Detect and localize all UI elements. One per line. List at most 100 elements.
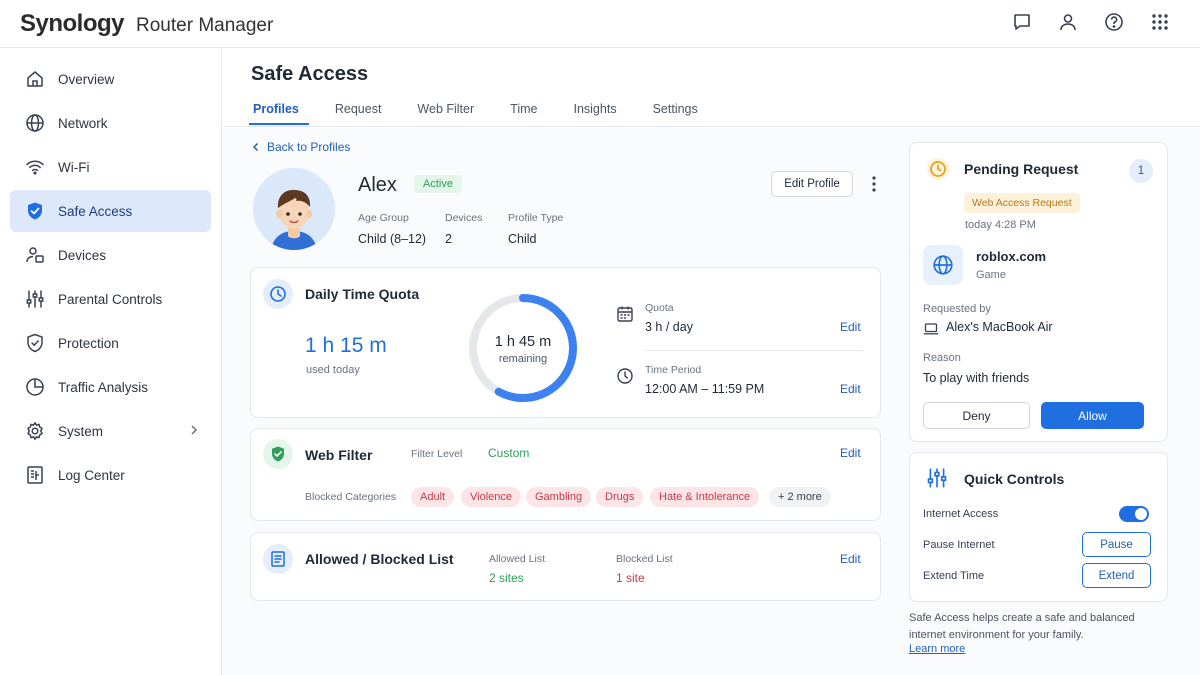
sidebar-item-label: System [58,423,104,439]
shield-icon [24,332,46,354]
internet-access-label: Internet Access [923,508,999,520]
tab-time[interactable]: Time [508,102,539,124]
home-icon [24,68,46,90]
divider [645,350,863,351]
tab-settings[interactable]: Settings [651,102,700,124]
category-chip: Hate & Intolerance [650,487,760,507]
list-icon [263,544,293,574]
web-filter-shield-icon [263,439,293,469]
category-chip: Adult [411,487,455,507]
brand-logo: Synology [20,10,125,37]
allowed-list-value[interactable]: 2 sites [489,571,524,585]
clock-icon [927,158,949,180]
edit-web-filter-link[interactable]: Edit [840,446,861,460]
quota-label: Quota [645,302,674,314]
tab-bar: Profiles Request Web Filter Time Insight… [249,102,732,125]
top-icons [1012,12,1170,32]
internet-access-toggle[interactable] [1119,506,1149,522]
filter-level-value: Custom [488,446,530,460]
request-time: today 4:28 PM [965,219,1036,231]
allow-button[interactable]: Allow [1041,402,1144,429]
edit-profile-button[interactable]: Edit Profile [771,171,853,197]
profile-type-value: Child [508,232,537,246]
requested-by-device: Alex's MacBook Air [946,320,1053,334]
reason-value: To play with friends [923,371,1030,385]
devices-icon [24,244,46,266]
age-group-label: Age Group [358,212,409,224]
quick-controls-card: Quick Controls Internet Access Pause Int… [909,452,1168,602]
sidebar-item-label: Log Center [58,467,125,483]
more-categories-chip[interactable]: + 2 more [769,487,831,507]
web-filter-title: Web Filter [305,447,373,463]
sidebar-item-log-center[interactable]: Log Center [10,454,211,496]
page-title: Safe Access [251,63,369,85]
used-time-value: 1 h 15 m [305,334,387,357]
apps-grid-icon[interactable] [1150,12,1170,32]
time-quota-title: Daily Time Quota [305,286,420,302]
sidebar-item-overview[interactable]: Overview [10,58,211,100]
edit-lists-link[interactable]: Edit [840,552,861,566]
category-chip: Gambling [526,487,592,507]
deny-button[interactable]: Deny [923,402,1030,429]
shield-check-icon [24,200,46,222]
learn-more-link[interactable]: Learn more [909,643,965,655]
sidebar-item-protection[interactable]: Protection [10,322,211,364]
laptop-icon [923,323,939,335]
tab-web-filter[interactable]: Web Filter [415,102,476,124]
web-filter-card: Web Filter Filter Level Custom Edit Bloc… [250,428,881,521]
chevron-left-icon [252,142,259,152]
sidebar-item-system[interactable]: System [10,410,211,452]
devices-count: Devices 2 [445,212,482,246]
sidebar-item-wifi[interactable]: Wi-Fi [10,146,211,188]
age-group: Age Group Child (8–12) [358,212,426,246]
back-to-profiles-link[interactable]: Back to Profiles [251,140,350,154]
age-group-value: Child (8–12) [358,232,427,246]
help-icon[interactable] [1104,12,1124,32]
sidebar-item-devices[interactable]: Devices [10,234,211,276]
top-bar: Synology Router Manager [0,0,1200,48]
profile-type: Profile Type Child [508,212,563,246]
category-chip: Drugs [596,487,644,507]
request-type-badge: Web Access Request [964,193,1080,213]
sidebar-item-label: Devices [58,247,107,263]
remaining-label: remaining [498,353,548,365]
used-time-label: used today [306,364,360,376]
allowed-blocked-title: Allowed / Blocked List [305,551,454,567]
content-area: Back to Profiles Alex Active Age Group C… [223,128,1200,675]
more-options-icon[interactable] [868,174,880,194]
blocked-list-value[interactable]: 1 site [616,571,645,585]
extend-button[interactable]: Extend [1082,563,1151,588]
requested-by-label: Requested by [923,303,991,315]
sidebar-item-label: Network [58,115,108,131]
gear-icon [24,420,46,442]
quota-value: 3 h / day [645,320,693,334]
sidebar-item-safe-access[interactable]: Safe Access [10,190,211,232]
tab-request[interactable]: Request [333,102,384,124]
tab-insights[interactable]: Insights [571,102,618,124]
sidebar-item-traffic-analysis[interactable]: Traffic Analysis [10,366,211,408]
time-period-value: 12:00 AM – 11:59 PM [645,382,765,396]
edit-time-period-link[interactable]: Edit [840,382,861,396]
chat-icon[interactable] [1012,12,1032,32]
pause-button[interactable]: Pause [1082,532,1151,557]
requested-site: roblox.com [976,249,1047,264]
clock-outline-icon [617,368,633,384]
sidebar-item-parental-controls[interactable]: Parental Controls [10,278,211,320]
tab-profiles[interactable]: Profiles [249,102,309,125]
status-badge: Active [414,175,462,193]
devices-label: Devices [445,212,483,224]
pending-count-badge: 1 [1129,159,1153,183]
sidebar-item-label: Overview [58,71,115,87]
edit-quota-link[interactable]: Edit [840,320,861,334]
chevron-right-icon [191,425,198,435]
sidebar-item-network[interactable]: Network [10,102,211,144]
sidebar-item-label: Parental Controls [58,291,163,307]
devices-value: 2 [445,232,452,246]
quick-controls-title: Quick Controls [964,471,1065,487]
calendar-icon [617,306,633,322]
extend-time-label: Extend Time [923,570,985,582]
blocked-list-label: Blocked List [616,553,673,565]
sidebar-item-label: Wi-Fi [58,159,90,175]
user-icon[interactable] [1058,12,1078,32]
main-header: Safe Access Profiles Request Web Filter … [223,48,1200,127]
